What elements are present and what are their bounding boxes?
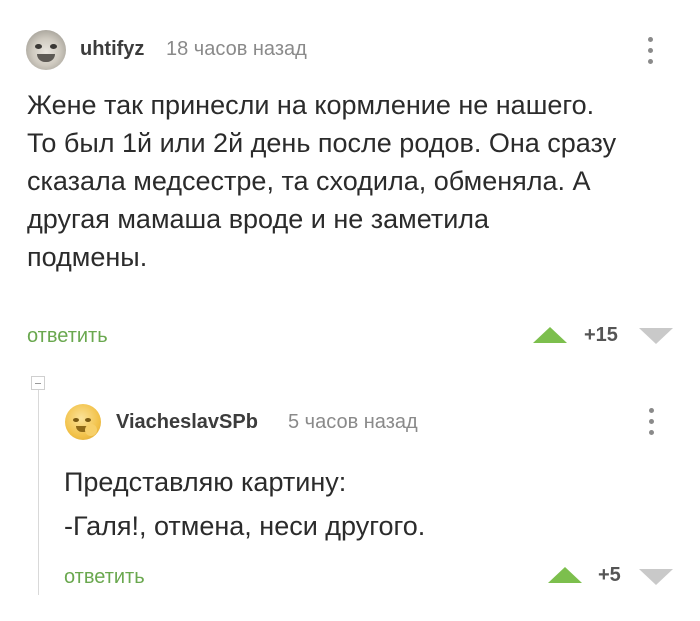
avatar-eye [50,44,57,49]
comment-username[interactable]: uhtifyz [80,38,144,61]
comment-line: сказала медсестре, та сходила, обменяла.… [27,166,591,196]
comment-rating: +5 [598,564,621,586]
comment-body: Жене так принесли на кормление не нашего… [27,86,616,276]
kebab-menu-icon[interactable] [647,37,653,64]
comment-body: Представляю картину: -Галя!, отмена, нес… [64,460,425,548]
upvote-icon[interactable] [548,567,582,583]
avatar-viacheslavspb[interactable] [65,404,101,440]
comment-line: То был 1й или 2й день после родов. Она с… [27,128,617,158]
avatar-eye [35,44,42,49]
comment-line: -Галя!, отмена, неси другого. [64,511,426,541]
comment-line: Представляю картину: [64,467,347,497]
downvote-icon[interactable] [639,328,673,344]
comment-line: подмены. [27,242,148,272]
avatar-hand [85,424,97,436]
comment-rating: +15 [584,324,618,346]
avatar-eye [73,418,79,422]
comment-timestamp: 18 часов назад [166,38,307,60]
comment-line: Жене так принесли на кормление не нашего… [27,90,595,120]
collapse-minus-icon[interactable] [31,376,45,390]
avatar-mouth [37,54,55,62]
comment-username[interactable]: ViacheslavSPb [116,411,258,434]
thread-branch-line [38,390,39,595]
downvote-icon[interactable] [639,569,673,585]
avatar-eye [85,418,91,422]
avatar-uhtifyz[interactable] [26,30,66,70]
comment-timestamp: 5 часов назад [288,411,418,433]
comment-line: другая мамаша вроде и не заметила [27,204,490,234]
reply-link[interactable]: ответить [27,325,108,348]
reply-link[interactable]: ответить [64,566,145,589]
kebab-menu-icon[interactable] [648,408,654,435]
upvote-icon[interactable] [533,327,567,343]
